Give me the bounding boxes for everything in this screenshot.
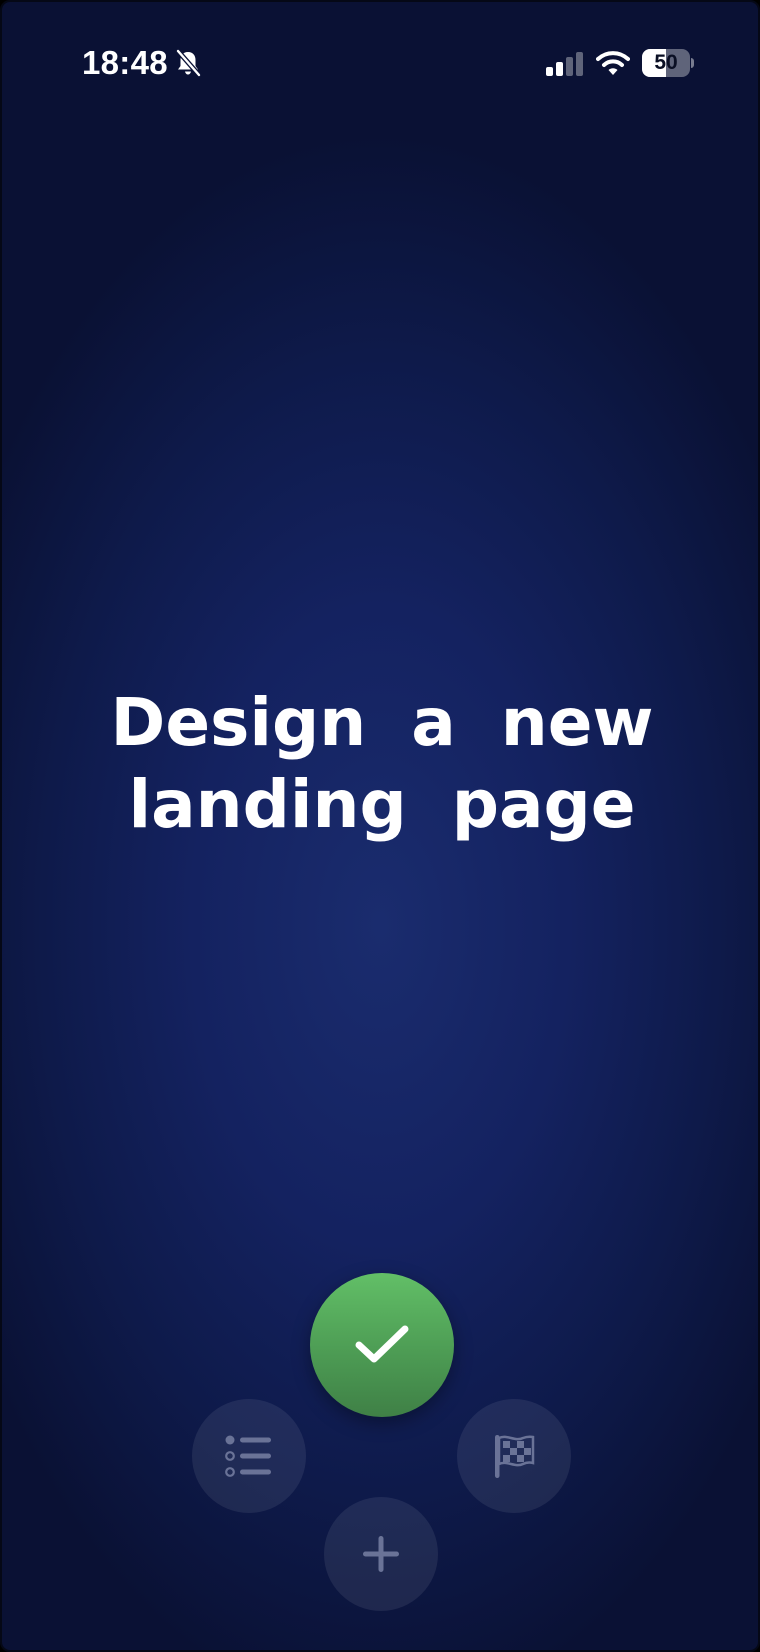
- list-icon: [225, 1435, 273, 1477]
- complete-task-button[interactable]: [310, 1273, 454, 1417]
- checkered-flag-icon: [493, 1433, 535, 1479]
- task-list-button[interactable]: [192, 1399, 306, 1513]
- battery-indicator: 50: [642, 49, 694, 77]
- app-screen: 18:48 50 Design a new landing page: [0, 0, 760, 1652]
- goal-flag-button[interactable]: [457, 1399, 571, 1513]
- wifi-icon: [596, 50, 630, 76]
- add-task-button[interactable]: [324, 1497, 438, 1611]
- cellular-signal-icon: [546, 52, 584, 76]
- battery-level: 50: [654, 51, 678, 74]
- status-bar: 18:48 50: [2, 2, 758, 122]
- checkmark-icon: [354, 1323, 410, 1367]
- plus-icon: [361, 1534, 401, 1574]
- bell-slash-icon: [175, 49, 201, 77]
- status-time: 18:48: [82, 44, 168, 81]
- task-title: Design a new landing page: [110, 684, 654, 843]
- battery-cap: [691, 58, 694, 68]
